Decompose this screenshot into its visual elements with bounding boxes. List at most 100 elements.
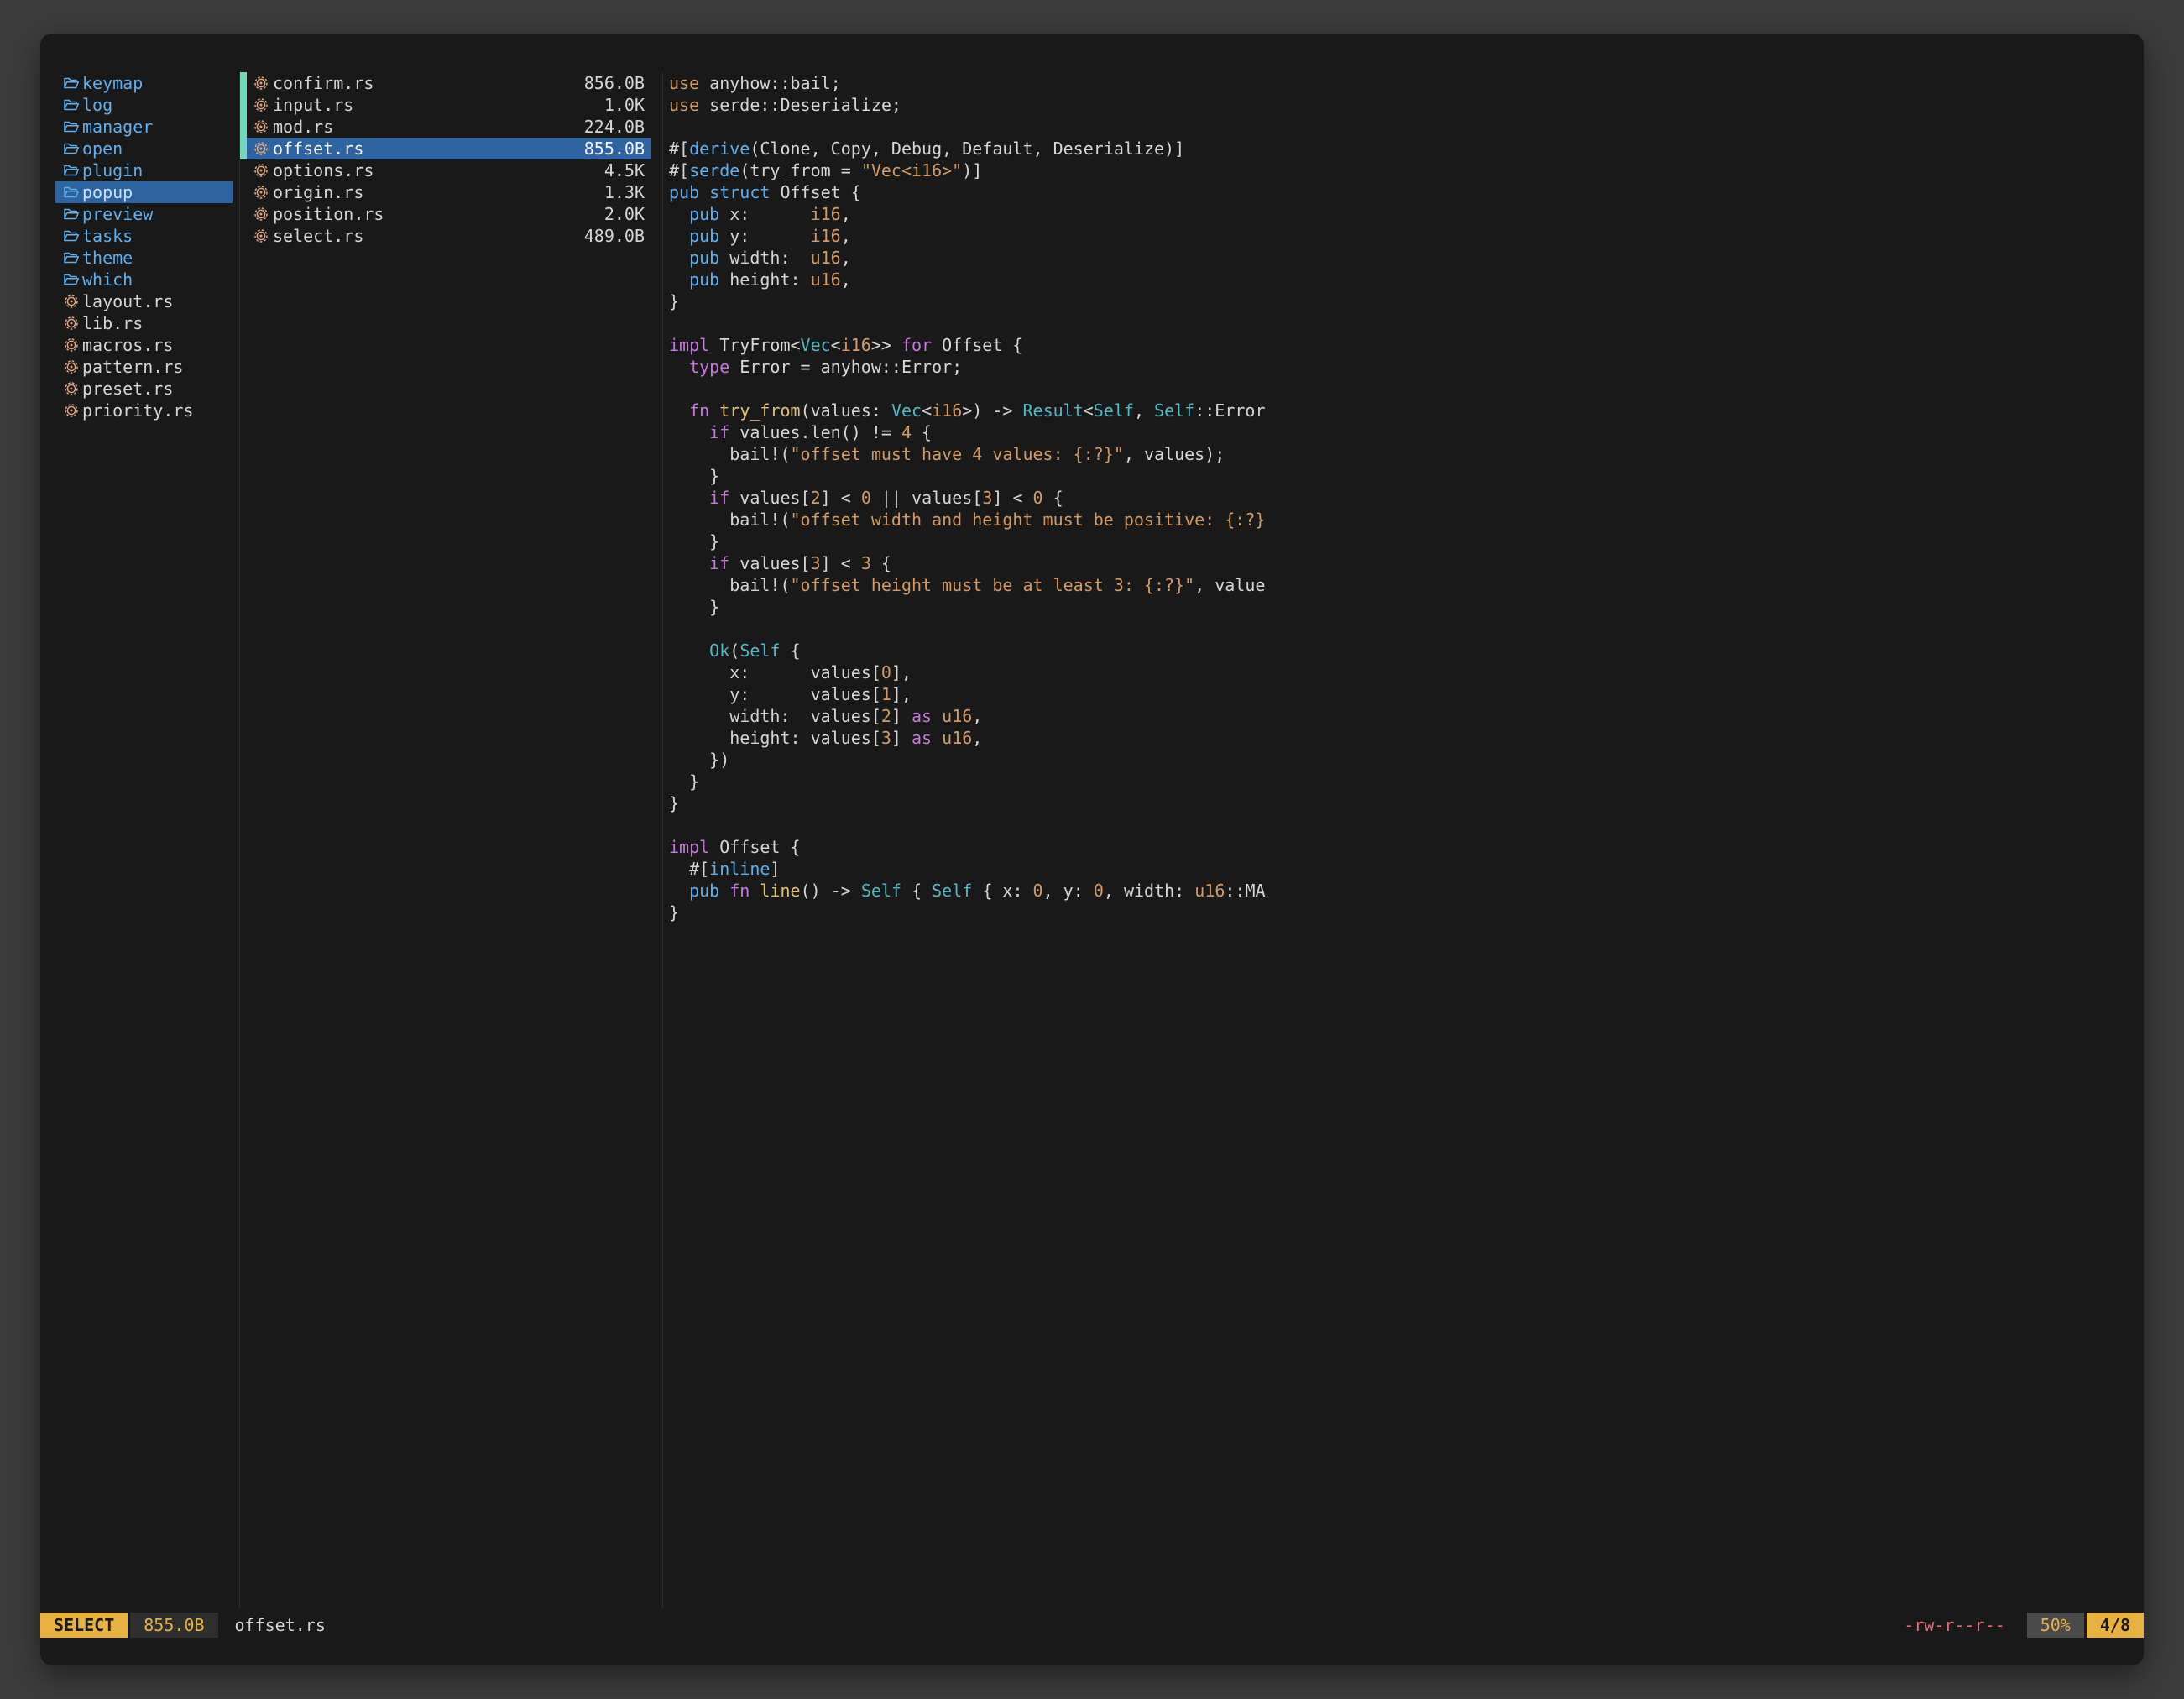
folder-open-icon: [64, 119, 79, 134]
folder-open-icon: [64, 250, 79, 265]
sidebar-item-label: log: [82, 95, 112, 115]
file-row-select-rs[interactable]: select.rs489.0B: [240, 225, 651, 247]
file-row-options-rs[interactable]: options.rs 4.5K: [240, 159, 651, 181]
scroll-percent-badge: 50%: [2027, 1613, 2084, 1638]
visual-select-marker: [240, 72, 247, 94]
sidebar-item-label: pattern.rs: [82, 357, 183, 377]
sidebar-item-label: which: [82, 269, 133, 290]
file-name: options.rs: [273, 160, 374, 180]
cursor-position-badge: 4/8: [2087, 1613, 2144, 1638]
file-row-position-rs[interactable]: position.rs 2.0K: [240, 203, 651, 225]
code-line: width: values[2] as u16,: [669, 705, 2137, 727]
sidebar-item-tasks[interactable]: tasks: [55, 225, 233, 247]
sidebar-item-label: theme: [82, 248, 133, 268]
mode-badge: SELECT: [40, 1613, 128, 1638]
file-size: 855.0B: [584, 139, 645, 159]
code-line: x: values[0],: [669, 661, 2137, 683]
current-pane: confirm.rs856.0Binput.rs1.0Kmod.rs 224.0B…: [240, 72, 651, 247]
code-line: }: [669, 771, 2137, 792]
code-line: if values[2] < 0 || values[3] < 0 {: [669, 487, 2137, 509]
file-size: 4.5K: [604, 160, 645, 180]
sidebar-item-open[interactable]: open: [55, 138, 233, 159]
pane-divider-left: [239, 72, 240, 1608]
sidebar-item-plugin[interactable]: plugin: [55, 159, 233, 181]
file-name: offset.rs: [273, 139, 363, 159]
sidebar-item-popup[interactable]: popup: [55, 181, 233, 203]
sidebar-item-preview[interactable]: preview: [55, 203, 233, 225]
code-line: bail!("offset width and height must be p…: [669, 509, 2137, 531]
file-name: position.rs: [273, 204, 384, 224]
code-line: Ok(Self {: [669, 640, 2137, 661]
file-row-mod-rs[interactable]: mod.rs 224.0B: [240, 116, 651, 138]
file-size: 489.0B: [584, 226, 645, 246]
visual-select-marker: [240, 138, 247, 159]
code-line: #[serde(try_from = "Vec<i16>")]: [669, 159, 2137, 181]
sidebar-item-label: layout.rs: [82, 291, 173, 311]
rust-file-icon: [64, 359, 79, 374]
file-size: 2.0K: [604, 204, 645, 224]
code-line: if values.len() != 4 {: [669, 421, 2137, 443]
rust-file-icon: [253, 76, 269, 91]
file-size-badge: 855.0B: [130, 1613, 217, 1638]
file-row-input-rs[interactable]: input.rs1.0K: [240, 94, 651, 116]
folder-open-icon: [64, 76, 79, 91]
sidebar-item-priority-rs[interactable]: priority.rs: [55, 400, 233, 421]
status-bar: SELECT 855.0B offset.rs -rw-r--r-- 50% 4…: [40, 1613, 2144, 1638]
file-name: mod.rs: [273, 117, 333, 137]
code-line: bail!("offset height must be at least 3:…: [669, 574, 2137, 596]
sidebar-item-log[interactable]: log: [55, 94, 233, 116]
code-line: #[inline]: [669, 858, 2137, 880]
code-line: }: [669, 792, 2137, 814]
sidebar-item-label: manager: [82, 117, 153, 137]
sidebar-item-lib-rs[interactable]: lib.rs: [55, 312, 233, 334]
code-line: [669, 814, 2137, 836]
file-row-confirm-rs[interactable]: confirm.rs856.0B: [240, 72, 651, 94]
sidebar-item-pattern-rs[interactable]: pattern.rs: [55, 356, 233, 378]
file-row-offset-rs[interactable]: offset.rs 855.0B: [240, 138, 651, 159]
code-line: bail!("offset must have 4 values: {:?}",…: [669, 443, 2137, 465]
rust-file-icon: [64, 403, 79, 418]
sidebar-item-label: open: [82, 139, 123, 159]
code-line: [669, 312, 2137, 334]
rust-file-icon: [64, 337, 79, 353]
preview-pane: use anyhow::bail;use serde::Deserialize;…: [669, 72, 2137, 923]
sidebar-item-label: priority.rs: [82, 400, 193, 421]
visual-select-marker: [240, 116, 247, 138]
file-name: confirm.rs: [273, 73, 374, 93]
status-filename: offset.rs: [235, 1615, 326, 1635]
code-line: use anyhow::bail;: [669, 72, 2137, 94]
rust-file-icon: [253, 97, 269, 112]
folder-open-icon: [64, 97, 79, 112]
file-size: 1.0K: [604, 95, 645, 115]
rust-file-icon: [64, 381, 79, 396]
rust-file-icon: [253, 206, 269, 222]
code-line: y: values[1],: [669, 683, 2137, 705]
code-line: }: [669, 290, 2137, 312]
sidebar-item-which[interactable]: which: [55, 269, 233, 290]
sidebar-item-layout-rs[interactable]: layout.rs: [55, 290, 233, 312]
sidebar-item-keymap[interactable]: keymap: [55, 72, 233, 94]
sidebar-item-preset-rs[interactable]: preset.rs: [55, 378, 233, 400]
code-line: pub y: i16,: [669, 225, 2137, 247]
sidebar-item-label: tasks: [82, 226, 133, 246]
rust-file-icon: [64, 294, 79, 309]
rust-file-icon: [253, 185, 269, 200]
code-line: }: [669, 465, 2137, 487]
rust-file-icon: [64, 316, 79, 331]
sidebar-item-macros-rs[interactable]: macros.rs: [55, 334, 233, 356]
sidebar-item-theme[interactable]: theme: [55, 247, 233, 269]
code-line: }): [669, 749, 2137, 771]
file-row-origin-rs[interactable]: origin.rs1.3K: [240, 181, 651, 203]
rust-file-icon: [253, 163, 269, 178]
folder-open-icon: [64, 272, 79, 287]
file-size: 224.0B: [584, 117, 645, 137]
sidebar-item-label: lib.rs: [82, 313, 143, 333]
sidebar-item-label: popup: [82, 182, 133, 202]
code-line: if values[3] < 3 {: [669, 552, 2137, 574]
sidebar-item-manager[interactable]: manager: [55, 116, 233, 138]
rust-file-icon: [253, 228, 269, 243]
code-line: [669, 116, 2137, 138]
sidebar-item-label: keymap: [82, 73, 143, 93]
folder-open-icon: [64, 206, 79, 222]
code-line: pub width: u16,: [669, 247, 2137, 269]
